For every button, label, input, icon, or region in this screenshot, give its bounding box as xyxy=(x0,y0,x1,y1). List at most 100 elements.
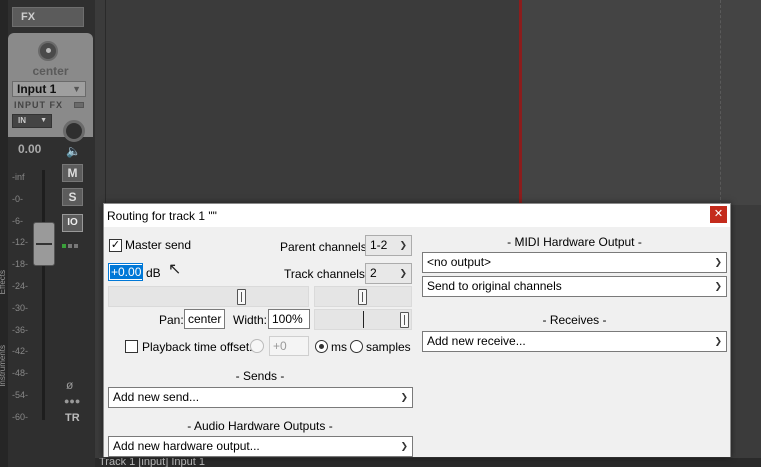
db-tick: -6- xyxy=(12,215,23,226)
master-send-checkbox[interactable] xyxy=(109,239,122,252)
volume-fader-handle[interactable] xyxy=(33,222,55,266)
width-input[interactable]: 100% xyxy=(268,309,310,329)
db-tick: -48- xyxy=(12,368,29,379)
midi-output-label: <no output> xyxy=(427,255,492,269)
parent-channels-select[interactable]: 1-2 ❯ xyxy=(365,235,412,256)
ms-radio[interactable] xyxy=(315,340,328,353)
width-slider-thumb[interactable] xyxy=(400,312,409,328)
meter-leds xyxy=(62,237,80,251)
tab-instruments[interactable]: Instruments xyxy=(0,345,10,387)
input-select-label: Input 1 xyxy=(17,82,57,96)
mixer-strip: Effects Instruments FX center Input 1 ▼ … xyxy=(0,0,95,467)
volume-input[interactable]: +0.00 xyxy=(108,263,143,281)
dialog-body: Master send Parent channels: 1-2 ❯ +0.00… xyxy=(104,227,730,457)
db-tick: -18- xyxy=(12,259,29,270)
width-label: Width: xyxy=(233,313,268,327)
offset-knob[interactable] xyxy=(250,339,264,353)
input-monitor-label: IN xyxy=(18,116,26,125)
add-send-label: Add new send... xyxy=(113,390,200,404)
parent-channels-label: Parent channels: xyxy=(280,240,371,254)
audio-hw-header: - Audio Hardware Outputs - xyxy=(187,419,333,433)
chevron-down-icon: ❯ xyxy=(714,336,722,346)
db-tick: -inf xyxy=(12,172,25,182)
track-routing-icon[interactable]: ●●● xyxy=(64,396,80,406)
playback-offset-checkbox[interactable] xyxy=(125,340,138,353)
tab-effects[interactable]: Effects xyxy=(0,270,10,294)
sends-header: - Sends - xyxy=(235,369,285,383)
add-send-select[interactable]: Add new send... ❯ xyxy=(108,387,413,408)
chevron-down-icon: ❯ xyxy=(714,281,722,291)
midi-hw-header: - MIDI Hardware Output - xyxy=(507,235,642,249)
mixer-side-tabs xyxy=(0,0,8,467)
chevron-down-icon: ▼ xyxy=(72,84,81,94)
db-tick: -0- xyxy=(12,193,23,204)
led xyxy=(68,244,72,248)
routing-dialog: Routing for track 1 "" ✕ Master send Par… xyxy=(103,203,731,457)
ms-label[interactable]: ms xyxy=(331,340,347,354)
db-tick: -24- xyxy=(12,280,29,291)
led xyxy=(62,244,66,248)
pan-slider-thumb[interactable] xyxy=(358,289,367,305)
input-monitor-button[interactable]: IN ▼ xyxy=(12,114,52,128)
add-hw-output-select[interactable]: Add new hardware output... ❯ xyxy=(108,436,413,457)
chevron-down-icon: ▼ xyxy=(40,117,47,124)
master-send-label[interactable]: Master send xyxy=(125,238,191,252)
chevron-down-icon: ❯ xyxy=(400,441,408,451)
midi-channels-label: Send to original channels xyxy=(427,279,562,293)
parent-channels-value: 1-2 xyxy=(370,238,388,252)
offset-input[interactable]: +0 xyxy=(269,336,309,356)
volume-fader-track[interactable] xyxy=(42,170,45,420)
add-hw-output-label: Add new hardware output... xyxy=(113,439,260,453)
phase-invert-icon[interactable]: ø xyxy=(66,378,73,392)
volume-readout: 0.00 xyxy=(18,142,42,156)
mute-button[interactable]: M xyxy=(62,164,83,182)
add-receive-select[interactable]: Add new receive... ❯ xyxy=(422,331,727,352)
close-button[interactable]: ✕ xyxy=(710,206,727,223)
track-status-bar: Track 1 [input] Input 1 xyxy=(95,458,761,467)
pan-knob[interactable] xyxy=(38,41,58,61)
db-scale: -inf -0- -6- -12- -18- -24- -30- -36- -4… xyxy=(12,167,28,429)
fx-button[interactable]: FX xyxy=(12,7,84,27)
midi-channels-select[interactable]: Send to original channels ❯ xyxy=(422,276,727,297)
width-slider-center-mark xyxy=(363,311,364,328)
db-tick: -30- xyxy=(12,302,29,313)
midi-output-select[interactable]: <no output> ❯ xyxy=(422,252,727,273)
volume-unit-label: dB xyxy=(146,266,161,280)
input-fx-label: INPUT FX xyxy=(14,100,64,110)
close-icon: ✕ xyxy=(713,208,724,220)
led xyxy=(74,244,78,248)
dialog-titlebar[interactable]: Routing for track 1 "" ✕ xyxy=(104,204,730,227)
track-channels-select[interactable]: 2 ❯ xyxy=(365,263,412,284)
db-tick: -36- xyxy=(12,324,29,335)
samples-radio[interactable] xyxy=(350,340,363,353)
chevron-down-icon: ❯ xyxy=(399,240,407,250)
grid-line xyxy=(105,0,106,205)
solo-button[interactable]: S xyxy=(62,188,83,206)
samples-label[interactable]: samples xyxy=(366,340,411,354)
input-select[interactable]: Input 1 ▼ xyxy=(12,81,86,97)
pan-value-label: center xyxy=(32,64,69,78)
grid-line-dashed xyxy=(720,0,721,205)
speaker-icon[interactable]: 🔈 xyxy=(66,144,81,158)
track-area-right xyxy=(522,0,761,205)
playback-offset-label[interactable]: Playback time offset: xyxy=(142,340,253,354)
volume-slider-thumb[interactable] xyxy=(237,289,246,305)
mouse-cursor-icon: ↖ xyxy=(168,261,182,278)
width-slider[interactable] xyxy=(314,309,412,330)
io-button[interactable]: IO xyxy=(62,214,83,232)
pan-slider[interactable] xyxy=(314,286,412,307)
volume-slider[interactable] xyxy=(108,286,309,307)
input-fx-button[interactable] xyxy=(74,102,84,108)
track-channels-value: 2 xyxy=(370,266,377,280)
db-tick: -42- xyxy=(12,346,29,357)
chevron-down-icon: ❯ xyxy=(400,392,408,402)
pan-input[interactable]: center xyxy=(184,309,225,329)
receives-header: - Receives - xyxy=(542,313,607,327)
volume-value: +0.00 xyxy=(110,265,143,279)
db-tick: -60- xyxy=(12,411,29,422)
track-routing-label[interactable]: TR xyxy=(65,412,80,424)
chevron-down-icon: ❯ xyxy=(714,257,722,267)
pan-label: Pan: xyxy=(159,313,184,327)
db-tick: -12- xyxy=(12,237,29,248)
record-arm-button[interactable] xyxy=(63,120,85,142)
